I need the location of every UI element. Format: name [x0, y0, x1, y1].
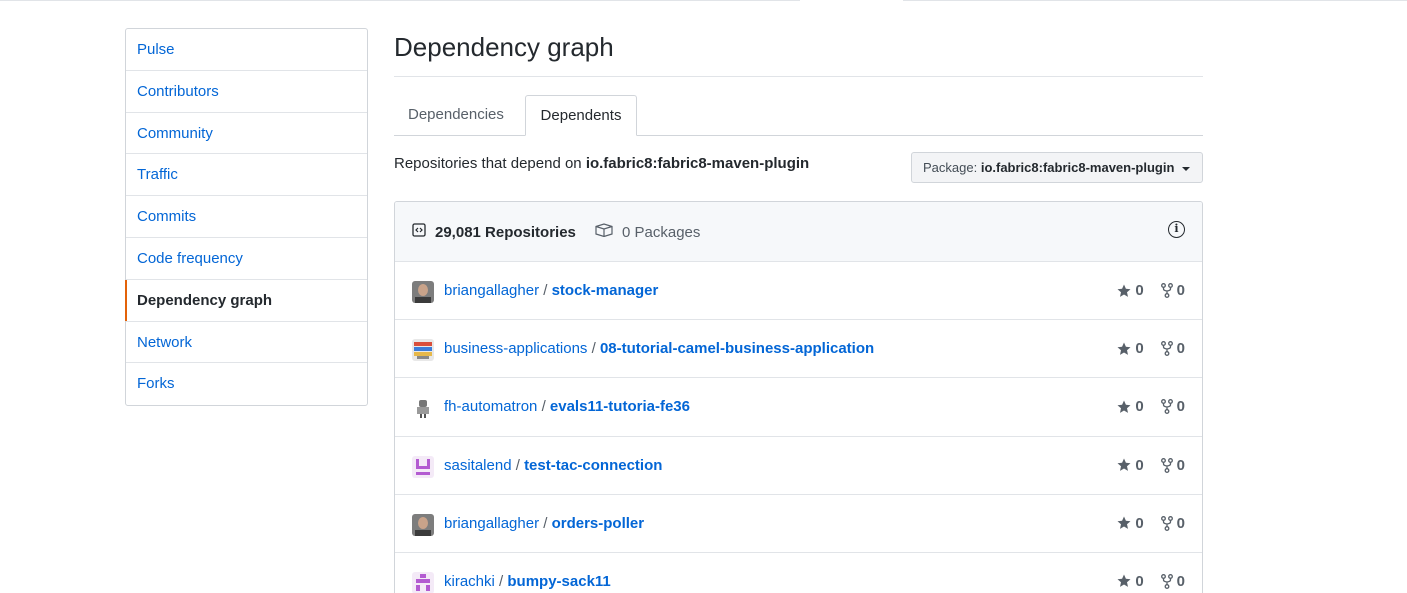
dependent-row: kirachki / bumpy-sack11 0 0 — [395, 553, 1202, 593]
avatar[interactable] — [412, 571, 434, 593]
fork-icon — [1160, 457, 1173, 473]
package-select-value: io.fabric8:fabric8-maven-plugin — [980, 160, 1175, 175]
dependents-box: 29,081 Repositories 0 Packages i brianga… — [394, 201, 1203, 593]
stars-count: 0 — [1117, 282, 1144, 299]
package-select-button[interactable]: Package: io.fabric8:fabric8-maven-plugin — [911, 152, 1203, 183]
sidebar-item-dependency-graph[interactable]: Dependency graph — [125, 279, 367, 322]
repo-name-link[interactable]: 08-tutorial-camel-business-application — [600, 340, 874, 357]
top-border — [0, 0, 1407, 2]
insights-sidebar: Pulse Contributors Community Traffic Com… — [125, 28, 368, 407]
repo-owner-link[interactable]: briangallagher — [444, 515, 539, 532]
fork-icon — [1160, 573, 1173, 589]
stars-count: 0 — [1117, 457, 1144, 474]
repositories-count-link[interactable]: 29,081 Repositories — [412, 223, 576, 241]
info-icon[interactable]: i — [1168, 221, 1185, 238]
star-icon — [1117, 342, 1131, 355]
repo-name-link[interactable]: orders-poller — [552, 515, 645, 532]
forks-count: 0 — [1160, 282, 1185, 299]
forks-count: 0 — [1160, 573, 1185, 590]
forks-count: 0 — [1160, 515, 1185, 532]
dependents-summary-header: 29,081 Repositories 0 Packages i — [395, 202, 1202, 262]
forks-count: 0 — [1160, 457, 1185, 474]
avatar[interactable] — [412, 455, 434, 478]
star-icon — [1117, 516, 1131, 530]
caret-down-icon — [1182, 166, 1191, 171]
title-divider — [394, 76, 1203, 77]
tab-dependencies[interactable]: Dependencies — [394, 95, 518, 136]
package-select-label: Package: — [923, 160, 978, 175]
packages-count: 0 Packages — [622, 223, 701, 241]
forks-count: 0 — [1160, 398, 1185, 415]
tab-bar: Dependencies Dependents — [394, 95, 1203, 136]
code-repo-icon — [412, 223, 426, 241]
repo-owner-link[interactable]: briangallagher — [444, 282, 539, 299]
dependent-row: sasitalend / test-tac-connection 0 0 — [395, 437, 1202, 495]
star-icon — [1117, 574, 1131, 588]
sidebar-item-network[interactable]: Network — [126, 322, 367, 364]
stars-count: 0 — [1117, 340, 1144, 357]
dependents-package-name: io.fabric8:fabric8-maven-plugin — [585, 155, 810, 172]
repo-name-link[interactable]: bumpy-sack11 — [507, 573, 610, 590]
repositories-count: 29,081 Repositories — [435, 223, 576, 241]
sidebar-item-pulse[interactable]: Pulse — [126, 29, 367, 71]
dependent-row: fh-automatron / evals11-tutoria-fe36 0 0 — [395, 378, 1202, 437]
sidebar-item-code-frequency[interactable]: Code frequency — [126, 238, 367, 280]
packages-count-link[interactable]: 0 Packages — [595, 223, 700, 241]
fork-icon — [1160, 399, 1173, 415]
avatar[interactable] — [412, 339, 434, 362]
avatar[interactable] — [412, 397, 434, 420]
repo-name-link[interactable]: stock-manager — [552, 282, 659, 299]
fork-icon — [1160, 341, 1173, 357]
tab-dependents[interactable]: Dependents — [525, 95, 637, 136]
avatar[interactable] — [412, 513, 434, 536]
page-title: Dependency graph — [394, 32, 614, 62]
sidebar-item-traffic[interactable]: Traffic — [126, 154, 367, 197]
repo-owner-link[interactable]: sasitalend — [444, 457, 512, 474]
forks-count: 0 — [1160, 340, 1185, 357]
fork-icon — [1160, 515, 1173, 531]
sidebar-item-contributors[interactable]: Contributors — [126, 71, 367, 113]
stars-count: 0 — [1117, 573, 1144, 590]
avatar[interactable] — [412, 281, 434, 303]
package-icon — [595, 223, 613, 241]
dependents-prefix: Repositories that depend on — [394, 155, 582, 172]
dependent-row: business-applications / 08-tutorial-came… — [395, 320, 1202, 379]
repo-name-link[interactable]: test-tac-connection — [524, 457, 662, 474]
repo-name-link[interactable]: evals11-tutoria-fe36 — [550, 398, 690, 415]
star-icon — [1117, 284, 1131, 297]
dependent-row: briangallagher / orders-poller 0 0 — [395, 495, 1202, 553]
repo-owner-link[interactable]: kirachki — [444, 573, 495, 590]
sidebar-item-commits[interactable]: Commits — [126, 196, 367, 238]
sidebar-item-community[interactable]: Community — [126, 113, 367, 155]
star-icon — [1117, 400, 1131, 413]
repo-owner-link[interactable]: business-applications — [444, 340, 587, 357]
star-icon — [1117, 458, 1131, 471]
stars-count: 0 — [1117, 515, 1144, 532]
dependent-row: briangallagher / stock-manager 0 0 — [395, 262, 1202, 321]
stars-count: 0 — [1117, 398, 1144, 415]
repo-owner-link[interactable]: fh-automatron — [444, 398, 537, 415]
sidebar-item-forks[interactable]: Forks — [126, 363, 367, 405]
dependents-description: Repositories that depend on io.fabric8:f… — [394, 155, 809, 172]
fork-icon — [1160, 283, 1173, 298]
